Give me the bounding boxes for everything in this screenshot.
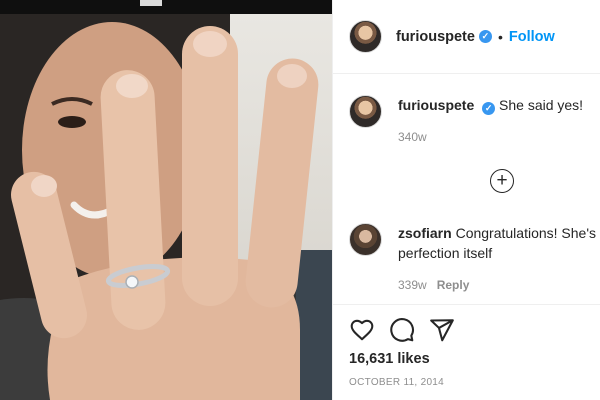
photo-nail xyxy=(277,64,307,88)
photo-illustration xyxy=(0,14,319,400)
comment-icon[interactable] xyxy=(389,317,415,343)
comment-body: zsofiarn Congratulations! She's perfecti… xyxy=(398,223,598,295)
post-header: furiouspete ✓ • Follow xyxy=(333,0,600,74)
photo-ring-diamond xyxy=(125,275,139,289)
photo-nail xyxy=(116,74,148,98)
post-actions-section: 16,631 likes October 11, 2014 xyxy=(333,304,600,400)
caption-meta: 340w xyxy=(398,127,598,147)
follow-button[interactable]: Follow xyxy=(509,29,555,45)
photo-finger-index xyxy=(245,58,319,308)
post-date: October 11, 2014 xyxy=(349,377,445,388)
likes-count[interactable]: 16,631 likes xyxy=(349,351,430,367)
caption-age: 340w xyxy=(398,130,427,144)
comment-username[interactable]: zsofiarn xyxy=(398,225,452,241)
commenter-avatar[interactable] xyxy=(349,223,382,256)
author-avatar[interactable] xyxy=(349,20,382,53)
photo-finger-middle xyxy=(182,26,238,306)
caption-body: furiouspete ✓ She said yes! 340w xyxy=(398,95,598,147)
reply-button[interactable]: Reply xyxy=(437,275,470,295)
plus-circle-icon[interactable]: + xyxy=(490,169,514,193)
verified-badge-icon: ✓ xyxy=(482,102,496,115)
caption-text: She said yes! xyxy=(499,97,584,113)
action-bar xyxy=(349,317,455,343)
post-side-panel: furiouspete ✓ • Follow furiouspete ✓ She… xyxy=(332,0,600,400)
photo-eye xyxy=(58,116,86,128)
author-username[interactable]: furiouspete xyxy=(396,29,475,45)
instagram-post: furiouspete ✓ • Follow furiouspete ✓ She… xyxy=(0,0,600,400)
caption-author-avatar[interactable] xyxy=(349,95,382,128)
share-icon[interactable] xyxy=(429,317,455,343)
comment-age: 339w xyxy=(398,278,427,292)
heart-icon[interactable] xyxy=(349,317,375,343)
post-photo[interactable] xyxy=(0,0,332,400)
caption-username[interactable]: furiouspete xyxy=(398,97,474,113)
photo-nail xyxy=(193,31,227,57)
post-caption: furiouspete ✓ She said yes! 340w xyxy=(349,95,599,147)
verified-badge-icon: ✓ xyxy=(478,30,492,43)
comment-meta: 339w Reply xyxy=(398,275,598,295)
photo-nail xyxy=(31,175,57,197)
header-separator: • xyxy=(497,28,503,45)
comment-item: zsofiarn Congratulations! She's perfecti… xyxy=(349,223,599,295)
